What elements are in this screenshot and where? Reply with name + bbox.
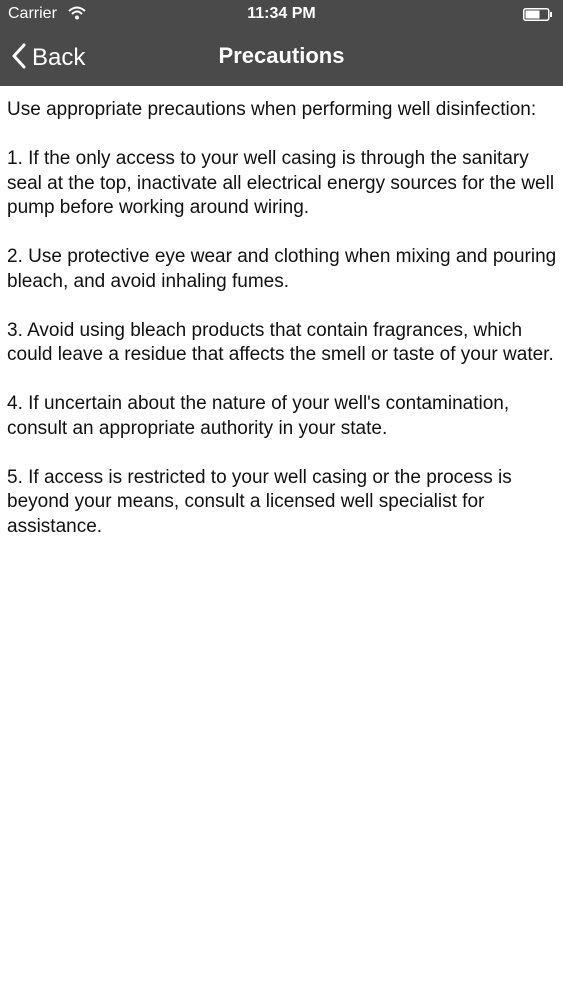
status-time: 11:34 PM — [247, 5, 316, 22]
precaution-item-1: 1. If the only access to your well casin… — [7, 148, 555, 218]
battery-icon — [523, 8, 553, 21]
page-title: Precautions — [218, 43, 345, 68]
status-bar: Carrier 11:34 PM — [0, 0, 563, 30]
navigation-bar: Back Precautions — [0, 30, 563, 86]
top-bar: Carrier 11:34 PM Back Precautions — [0, 0, 563, 86]
precaution-item-5: 5. If access is restricted to your well … — [7, 466, 512, 537]
precaution-item-4: 4. If uncertain about the nature of your… — [7, 393, 510, 439]
intro-text: Use appropriate precautions when perform… — [7, 99, 537, 120]
precaution-item-2: 2. Use protective eye wear and clothing … — [7, 246, 557, 292]
precaution-item-3: 3. Avoid using bleach products that cont… — [7, 319, 554, 366]
precautions-content: Use appropriate precautions when perform… — [7, 98, 557, 564]
